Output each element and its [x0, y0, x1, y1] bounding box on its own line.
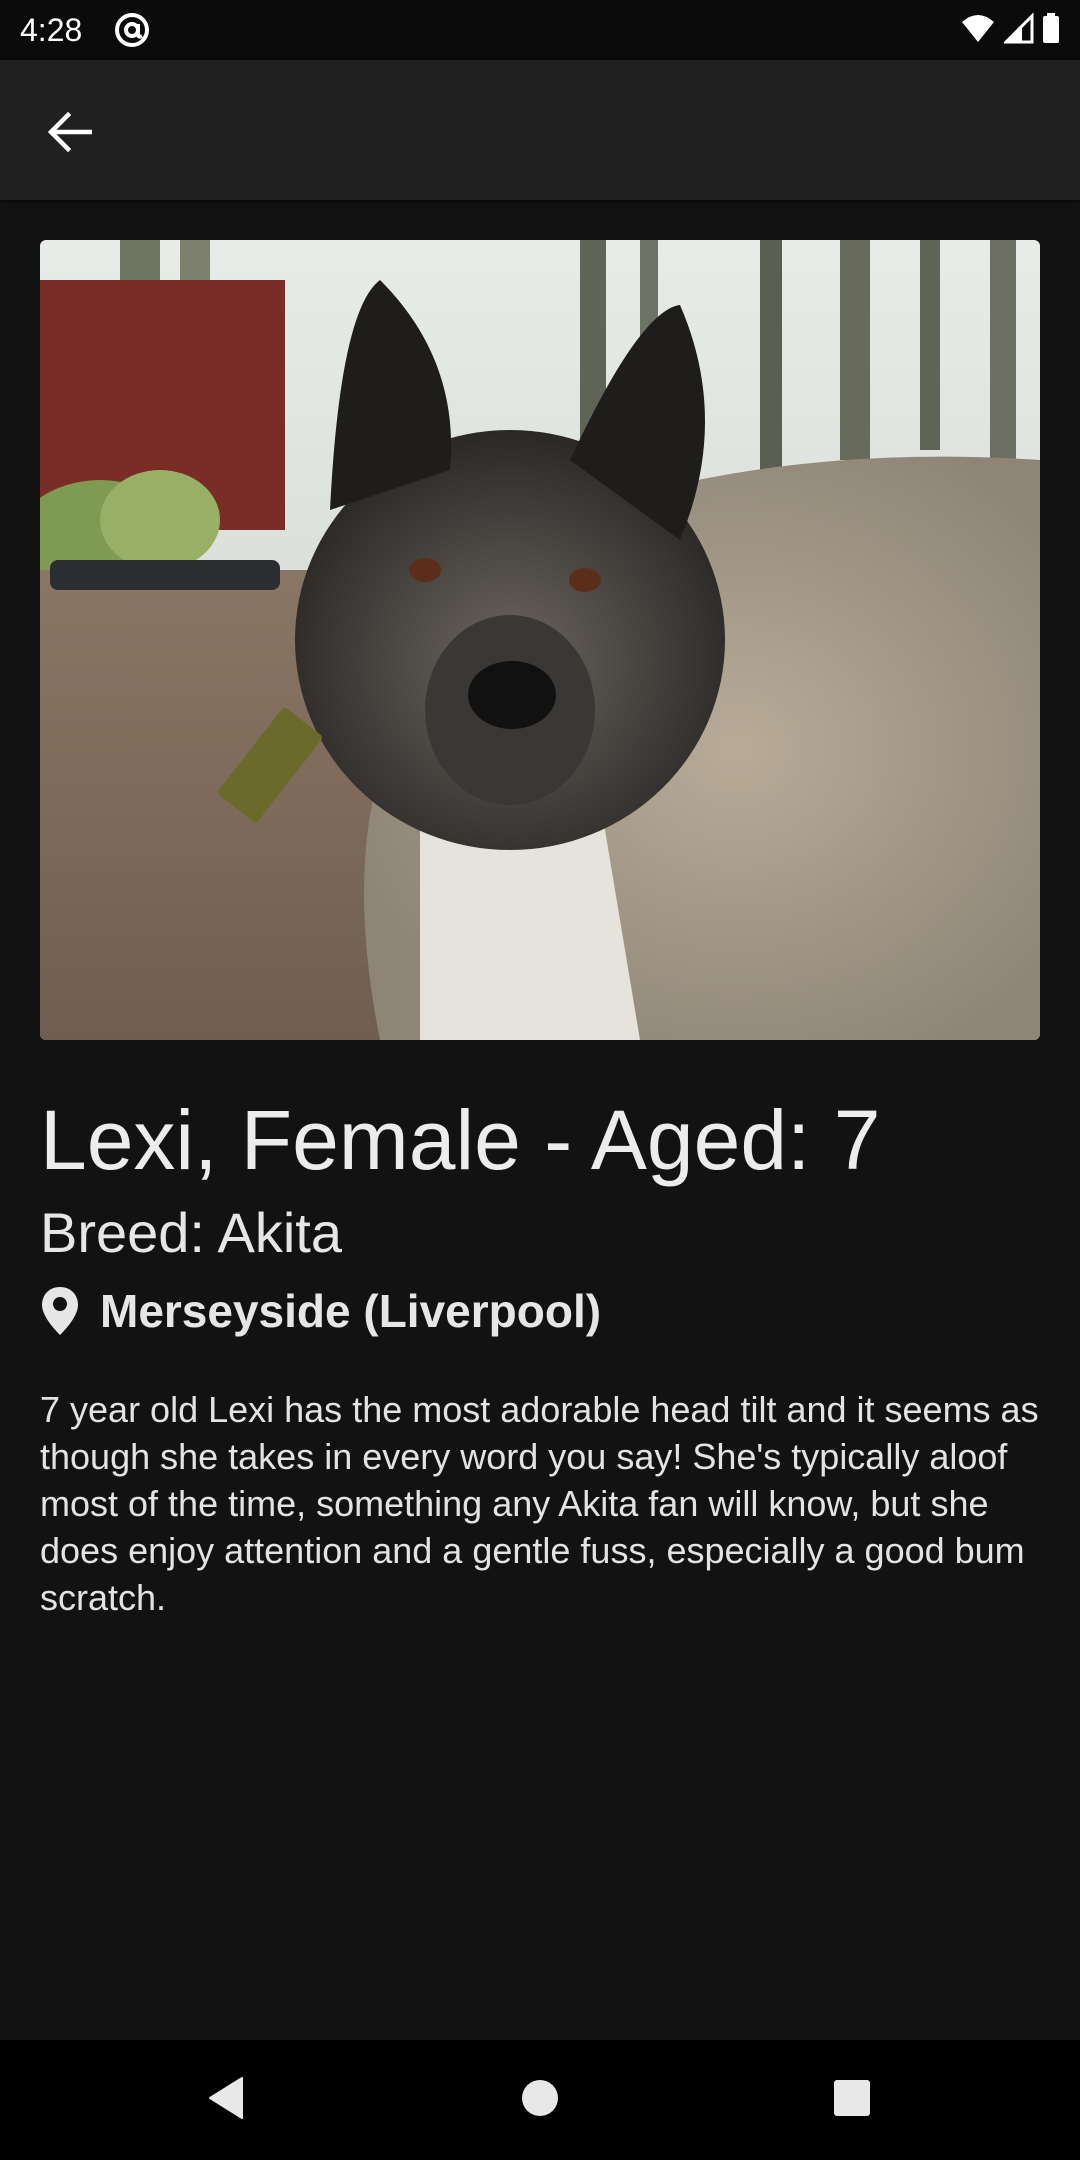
square-recents-icon [833, 2079, 871, 2122]
status-bar: 4:28 [0, 0, 1080, 60]
nav-home-button[interactable] [500, 2060, 580, 2140]
arrow-left-icon [47, 111, 93, 157]
system-nav-bar [0, 2040, 1080, 2160]
dog-breed: Breed: Akita [40, 1201, 342, 1264]
dog-location: Merseyside (Liverpool) [40, 1278, 601, 1344]
status-icons [960, 10, 1060, 50]
at-sign-icon [114, 12, 150, 48]
wifi-icon [960, 12, 996, 49]
map-pin-icon [40, 1285, 80, 1337]
back-button[interactable] [26, 90, 114, 178]
location-text: Merseyside (Liverpool) [100, 1285, 602, 1337]
status-time: 4:28 [20, 12, 83, 48]
battery-icon [1042, 12, 1060, 49]
cell-signal-icon [1002, 11, 1034, 49]
dog-description: 7 year old Lexi has the most adorable he… [40, 1389, 1039, 1618]
nav-back-button[interactable] [186, 2060, 266, 2140]
dog-title: Lexi, Female - Aged: 7 [40, 1093, 881, 1187]
triangle-back-icon [206, 2076, 246, 2125]
app-bar [0, 60, 1080, 200]
circle-home-icon [521, 2079, 559, 2122]
nav-recents-button[interactable] [812, 2060, 892, 2140]
dog-photo [40, 240, 1040, 1040]
